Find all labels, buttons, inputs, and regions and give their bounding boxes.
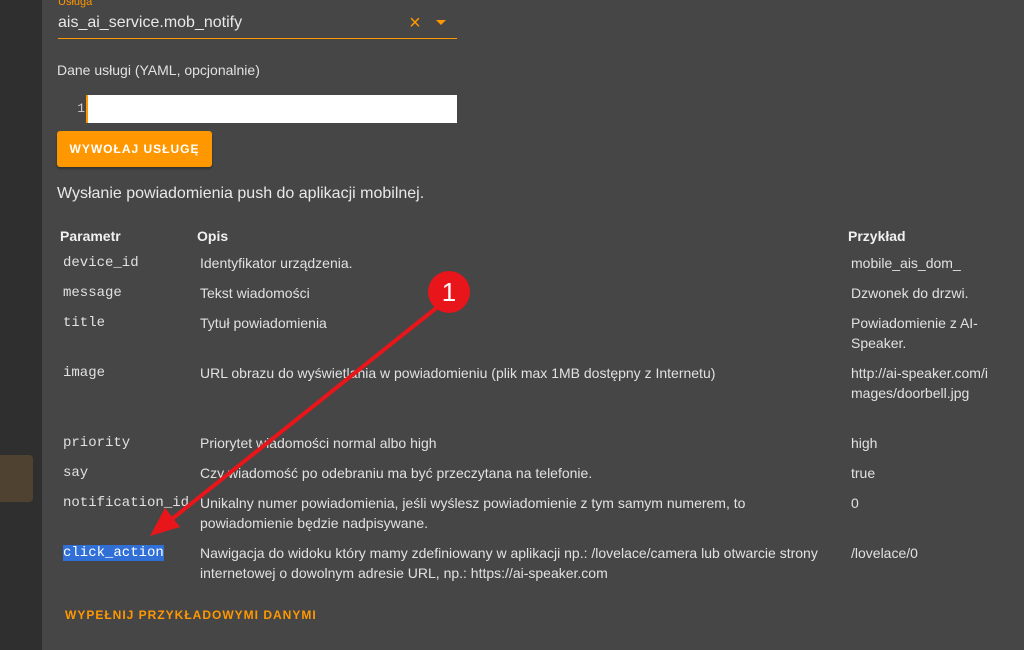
yaml-label: Dane usługi (YAML, opcjonalnie) (57, 62, 260, 78)
editor-line-number: 1 (57, 95, 85, 123)
example-cell: mobile_ais_dom_ (851, 255, 961, 271)
yaml-editor[interactable] (86, 95, 457, 123)
sidebar-item-active[interactable] (0, 455, 33, 502)
example-cell: Powiadomienie z AI-Speaker. (851, 315, 978, 351)
param-cell: say (63, 465, 89, 481)
example-cell: /lovelace/0 (851, 545, 918, 561)
fill-example-data-button[interactable]: WYPEŁNIJ PRZYKŁADOWYMI DANYMI (65, 608, 317, 622)
header-desc: Opis (197, 228, 229, 244)
desc-cell: URL obrazu do wyświetlania w powiadomien… (200, 365, 716, 381)
param-cell: notification_id (63, 495, 190, 511)
example-cell: http://ai-speaker.com/images/doorbell.jp… (851, 365, 988, 401)
call-service-button[interactable]: WYWOŁAJ USŁUGĘ (57, 131, 212, 167)
header-param: Parametr (60, 228, 121, 244)
desc-cell: Tytuł powiadomienia (200, 315, 327, 331)
desc-cell: Priorytet wiadomości normal albo high (200, 435, 437, 451)
example-cell: true (851, 465, 876, 481)
desc-cell: Identyfikator urządzenia. (200, 255, 353, 271)
desc-cell: Czy wiadomość po odebraniu ma być przecz… (200, 465, 593, 481)
param-cell: message (63, 285, 122, 301)
desc-cell: Tekst wiadomości (200, 285, 310, 301)
service-select[interactable]: ais_ai_service.mob_notify × (58, 10, 457, 39)
service-value[interactable]: ais_ai_service.mob_notify (58, 14, 242, 32)
selected-param-text: click_action (63, 545, 164, 561)
clear-icon[interactable]: × (405, 12, 425, 34)
example-cell: high (851, 435, 878, 451)
service-description: Wysłanie powiadomienia push do aplikacji… (57, 185, 425, 202)
service-label: Usługa (58, 0, 93, 8)
desc-cell: Unikalny numer powiadomienia, jeśli wyśl… (200, 495, 746, 531)
param-cell: title (63, 315, 106, 331)
sidebar (0, 0, 42, 650)
header-example: Przykład (848, 228, 906, 244)
desc-cell: Nawigacja do widoku który mamy zdefiniow… (200, 545, 818, 581)
example-cell: Dzwonek do drzwi. (851, 285, 969, 301)
example-cell: 0 (851, 495, 859, 511)
param-cell: device_id (63, 255, 139, 271)
param-cell: image (63, 365, 106, 381)
param-cell: priority (63, 435, 131, 451)
annotation-badge: 1 (428, 271, 470, 313)
chevron-down-icon[interactable] (436, 20, 446, 25)
param-cell: click_action (63, 543, 164, 563)
